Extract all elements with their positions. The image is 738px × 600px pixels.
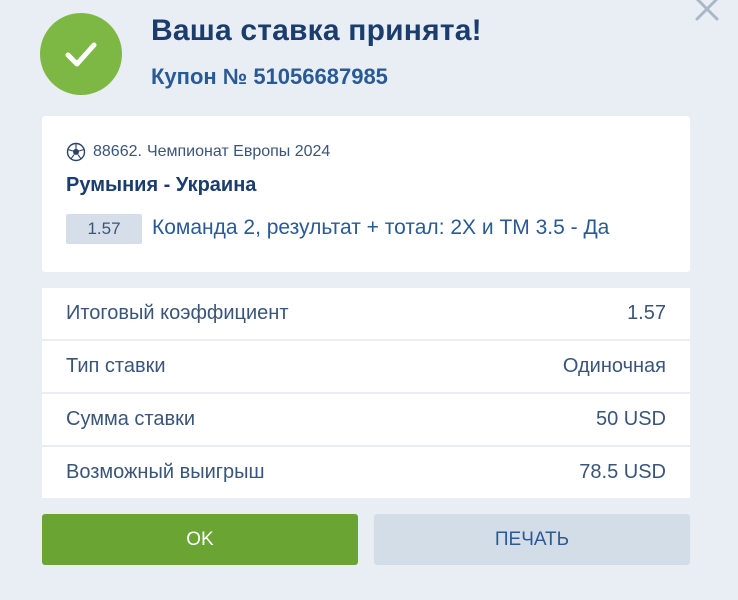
summary-value: 78.5 USD: [579, 461, 666, 483]
summary-row-possible-win: Возможный выигрыш 78.5 USD: [42, 447, 690, 498]
coupon-number: Купон № 51056687985: [151, 64, 388, 90]
summary-value: Одиночная: [562, 355, 666, 377]
soccer-ball-icon: [66, 142, 86, 162]
coupon-value: 51056687985: [253, 64, 388, 89]
summary-label: Сумма ставки: [66, 408, 196, 430]
league-id: 88662.: [93, 143, 142, 160]
page-title: Ваша ставка принята!: [151, 14, 482, 47]
success-check-icon: [40, 13, 122, 95]
close-icon[interactable]: [690, 0, 724, 26]
coupon-label: Купон №: [151, 64, 248, 89]
summary-row-bet-type: Тип ставки Одиночная: [42, 341, 690, 392]
bet-event-card: 88662. Чемпионат Европы 2024 Румыния - У…: [42, 116, 690, 272]
summary-label: Тип ставки: [66, 355, 166, 377]
match-title: Румыния - Украина: [66, 174, 257, 196]
summary-row-total-odds: Итоговый коэффициент 1.57: [42, 288, 690, 339]
summary-value: 1.57: [627, 302, 666, 324]
ok-button[interactable]: OK: [42, 514, 358, 565]
summary-label: Возможный выигрыш: [66, 461, 265, 483]
odds-badge: 1.57: [66, 214, 142, 244]
summary-row-stake: Сумма ставки 50 USD: [42, 394, 690, 445]
summary-value: 50 USD: [595, 408, 666, 430]
bet-summary: Итоговый коэффициент 1.57 Тип ставки Оди…: [42, 288, 690, 500]
print-button[interactable]: ПЕЧАТЬ: [374, 514, 690, 565]
summary-label: Итоговый коэффициент: [66, 302, 289, 324]
league-line: 88662. Чемпионат Европы 2024: [66, 142, 330, 162]
bet-outcome: Команда 2, результат + тотал: 2X и ТМ 3.…: [152, 216, 610, 239]
league-name: Чемпионат Европы 2024: [146, 143, 331, 160]
